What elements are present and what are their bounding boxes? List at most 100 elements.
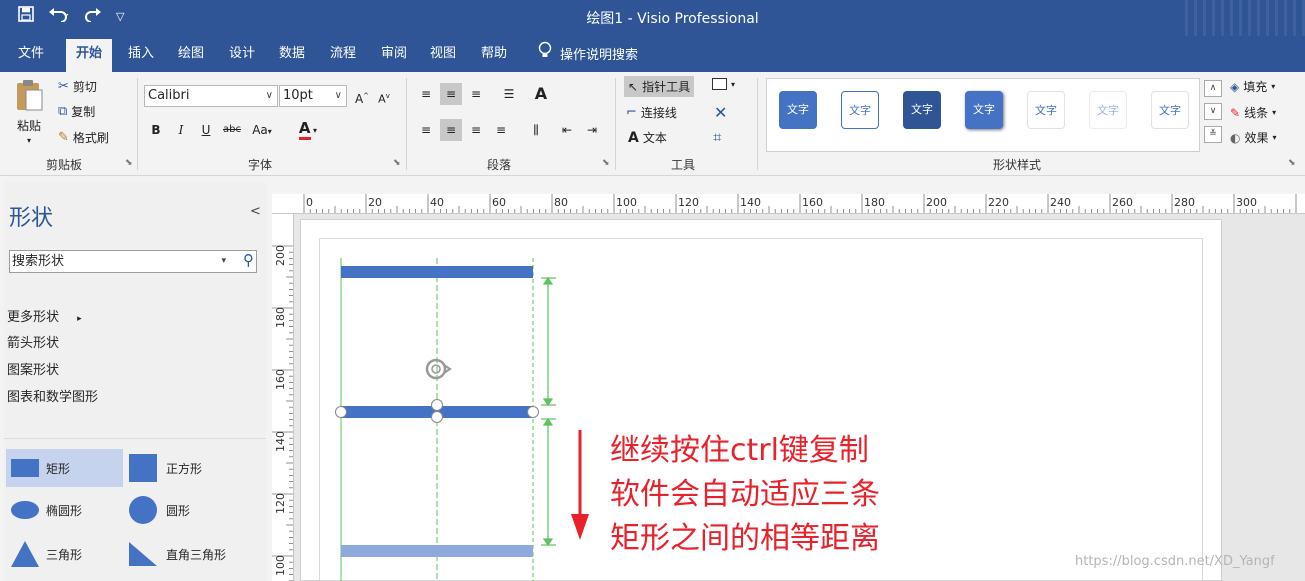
square-icon	[129, 454, 157, 482]
style-tile-5[interactable]: 文字	[1027, 91, 1065, 129]
tab-process[interactable]: 流程	[320, 39, 366, 72]
rectangle-tool-button[interactable]: ▾	[712, 78, 735, 90]
shapes-panel: 形状 < 搜索形状 ▾ ⚲ 更多形状 ▸ 箭头形状 图案形状 图表和数学图形 矩…	[4, 182, 266, 581]
text-tool-button[interactable]: A 文本	[628, 129, 667, 146]
tab-insert[interactable]: 插入	[118, 39, 164, 72]
tab-data[interactable]: 数据	[269, 39, 315, 72]
font-color-button[interactable]: A ▾	[290, 117, 326, 140]
copy-button[interactable]: ⧉ 复制	[58, 103, 95, 120]
clipboard-launcher-icon[interactable]: ⬊	[125, 158, 133, 168]
ruler-label: 0	[306, 196, 313, 209]
stencil-triangle[interactable]: 三角形	[10, 535, 123, 573]
collapse-icon[interactable]: <	[250, 204, 261, 219]
search-shapes-input[interactable]: 搜索形状 ▾ ⚲	[9, 250, 257, 273]
fill-button[interactable]: ◈ 填充 ▾	[1230, 78, 1275, 95]
clipboard-icon	[14, 78, 44, 115]
line-button[interactable]: ✎ 线条 ▾	[1230, 104, 1276, 121]
shrink-font-icon[interactable]: Av	[373, 85, 395, 107]
paragraph-group-label: 段落	[487, 158, 512, 172]
stencil-circle[interactable]: 圆形	[128, 491, 258, 529]
search-dropdown-icon[interactable]: ▾	[221, 251, 226, 272]
align-bottom-icon[interactable]: ≡	[465, 83, 487, 105]
stencil-rectangle[interactable]: 矩形	[6, 449, 123, 487]
chart-math-shapes-item[interactable]: 图表和数学图形	[7, 386, 98, 405]
ruler-label: 60	[492, 196, 506, 209]
pattern-shapes-item[interactable]: 图案形状	[7, 359, 59, 378]
text-block-icon[interactable]: A	[530, 83, 552, 105]
arrow-shapes-item[interactable]: 箭头形状	[7, 332, 59, 351]
paste-dropdown-icon: ▾	[26, 136, 31, 145]
style-tile-4[interactable]: 文字	[965, 91, 1003, 129]
ruler-label: 200	[926, 196, 947, 209]
rectangle-shape-bottom[interactable]	[341, 545, 533, 557]
align-right-icon[interactable]: ≡	[465, 119, 487, 141]
stencil-right-triangle[interactable]: 直角三角形	[128, 535, 262, 573]
tab-review[interactable]: 审阅	[371, 39, 417, 72]
connector-button[interactable]: ⌐ 连接线	[626, 104, 677, 121]
grow-font-icon[interactable]: A^	[351, 85, 373, 107]
ruler-label: 300	[1236, 196, 1257, 209]
bullets-icon[interactable]: ☰	[498, 83, 520, 105]
tab-draw[interactable]: 绘图	[168, 39, 214, 72]
format-painter-label: 格式刷	[72, 131, 109, 145]
tab-home[interactable]: 开始	[66, 39, 113, 72]
justify-icon[interactable]: ≡	[490, 119, 512, 141]
gallery-up-icon[interactable]: ∧	[1204, 80, 1222, 97]
increase-indent-icon[interactable]: ⇥	[581, 119, 603, 141]
style-tile-7[interactable]: 文字	[1151, 91, 1189, 129]
pointer-tool-button[interactable]: ↖ 指针工具	[624, 76, 695, 97]
change-case-button[interactable]: Aa▾	[246, 119, 278, 141]
style-tile-6[interactable]: 文字	[1089, 91, 1127, 129]
gallery-down-icon[interactable]: ∨	[1204, 103, 1222, 120]
more-shapes-item[interactable]: 更多形状 ▸	[7, 306, 82, 325]
fill-label: 填充	[1243, 80, 1268, 94]
down-arrow-icon	[571, 430, 589, 540]
text-direction-icon[interactable]: ⫼	[525, 119, 547, 141]
search-icon[interactable]: ⚲	[243, 250, 254, 271]
style-tile-1[interactable]: 文字	[779, 91, 817, 129]
decrease-indent-icon[interactable]: ⇤	[556, 119, 578, 141]
circle-icon	[129, 496, 157, 524]
font-launcher-icon[interactable]: ⬊	[393, 158, 401, 168]
group-divider	[137, 78, 138, 170]
stencil-square[interactable]: 正方形	[128, 449, 258, 487]
strikethrough-button[interactable]: abc	[221, 119, 243, 141]
align-center-icon[interactable]: ≡	[440, 119, 462, 141]
tell-me-search[interactable]: 操作说明搜索	[528, 39, 648, 72]
align-middle-icon[interactable]: ≡	[440, 83, 462, 105]
font-name-combo[interactable]: Calibri ∨	[144, 85, 278, 107]
stencil-label: 矩形	[46, 461, 71, 476]
format-painter-button[interactable]: ✎ 格式刷	[58, 129, 109, 146]
tab-file[interactable]: 文件	[8, 39, 54, 72]
crop-tool-icon[interactable]: ⌗	[713, 128, 721, 146]
stencil-ellipse[interactable]: 椭圆形	[10, 491, 123, 529]
clipboard-group-label: 剪贴板	[46, 158, 83, 172]
group-divider	[757, 78, 758, 170]
window-title: 绘图1 - Visio Professional	[586, 11, 759, 27]
rectangle-icon	[11, 459, 39, 477]
ruler-label: 280	[1174, 196, 1195, 209]
align-top-icon[interactable]: ≡	[415, 83, 437, 105]
tab-view[interactable]: 视图	[420, 39, 466, 72]
rectangle-shape-top[interactable]	[341, 266, 533, 278]
effects-button[interactable]: ◐ 效果 ▾	[1230, 129, 1277, 146]
bold-button[interactable]: B	[145, 119, 167, 141]
shape-styles-launcher-icon[interactable]: ⬊	[1288, 158, 1296, 168]
stencil-label: 正方形	[166, 461, 203, 476]
style-tile-3[interactable]: 文字	[903, 91, 941, 129]
gallery-more-icon[interactable]: ≚	[1204, 126, 1222, 143]
connection-point-icon[interactable]: ✕	[714, 103, 727, 122]
paste-button[interactable]: 粘贴 ▾	[14, 78, 44, 145]
style-tile-2[interactable]: 文字	[841, 91, 879, 129]
italic-button[interactable]: I	[170, 119, 192, 141]
cut-button[interactable]: ✂ 剪切	[58, 78, 97, 95]
paragraph-launcher-icon[interactable]: ⬊	[602, 158, 610, 168]
rotate-handle-icon[interactable]	[425, 358, 452, 380]
tab-help[interactable]: 帮助	[471, 39, 517, 72]
align-left-icon[interactable]: ≡	[415, 119, 437, 141]
chevron-down-icon: ∨	[334, 90, 342, 101]
font-size-combo[interactable]: 10pt ∨	[279, 85, 347, 107]
triangle-icon	[11, 541, 39, 567]
tab-design[interactable]: 设计	[219, 39, 265, 72]
underline-button[interactable]: U	[195, 119, 217, 141]
